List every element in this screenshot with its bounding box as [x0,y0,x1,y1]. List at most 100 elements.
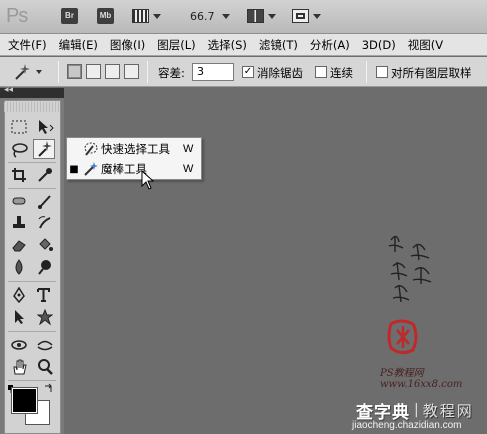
blur-drop-icon [15,259,23,275]
eyedropper-tool[interactable] [34,165,56,185]
zoom-tool[interactable] [34,357,56,377]
move-tool[interactable] [34,117,56,137]
swap-colors-icon[interactable] [44,382,54,392]
menu-edit[interactable]: 编辑(E) [51,37,102,53]
custom-shape-tool[interactable] [34,307,56,327]
chevron-down-icon [153,13,161,19]
crop-tool[interactable] [8,165,30,185]
3d-orbit-tool[interactable] [34,335,56,355]
red-seal-stamp [387,318,419,356]
tool-preset-picker[interactable] [10,61,50,83]
menu-image[interactable]: 图像(I) [102,37,149,53]
history-brush-icon [38,216,51,229]
foreground-color-swatch[interactable] [11,387,38,414]
zoom-level[interactable]: 66.7 [190,10,215,23]
tolerance-input[interactable]: 3 [192,63,234,81]
handwritten-signature [385,230,445,310]
3d-rotate-tool[interactable] [8,335,30,355]
divider [58,61,59,83]
type-tool[interactable] [34,285,56,305]
3d-rotate-icon [11,340,27,350]
flyout-item-quick-selection[interactable]: 快速选择工具 W [67,139,201,159]
eyedropper-icon [38,168,52,182]
flyout-item-magic-wand[interactable]: ■ 魔棒工具 W [67,159,201,179]
options-bar: 容差: 3 ✓ 消除锯齿 连续 对所有图层取样 [0,57,487,87]
menu-view[interactable]: 视图(V [400,37,447,53]
hand-tool[interactable] [8,357,30,377]
menu-analysis[interactable]: 分析(A) [302,37,354,53]
arrange-documents-button[interactable] [247,8,276,24]
menu-filter[interactable]: 滤镜(T) [251,37,302,53]
history-brush-tool[interactable] [34,213,56,233]
watermark-domain: jiaocheng.chazidian.com [352,420,462,431]
magnifier-icon [38,359,53,375]
antialias-checkbox[interactable]: ✓ [242,66,254,78]
brush-tool[interactable] [34,191,56,211]
lasso-tool[interactable] [8,140,30,160]
menu-select[interactable]: 选择(S) [200,37,251,53]
mouse-cursor-icon [141,169,155,193]
divider [8,188,56,189]
toolbox-grip[interactable] [4,102,59,112]
collapse-icon: ◂◂ [4,85,14,95]
magic-wand-icon [15,64,30,80]
divider [366,61,367,83]
pen-tool[interactable] [8,285,30,305]
divider [8,380,56,381]
menu-layer[interactable]: 图层(L) [149,37,199,53]
intersect-selection-button[interactable] [124,64,139,79]
add-to-selection-button[interactable] [86,64,101,79]
dodge-icon [38,260,51,275]
mini-bridge-button[interactable]: Mb [97,8,114,24]
subtract-from-selection-button[interactable] [105,64,120,79]
watermark-url: PS教程网 www.16xx8.com [380,368,463,390]
divider [147,61,148,83]
contiguous-label: 连续 [330,66,353,80]
magic-wand-icon [81,161,101,177]
bandage-icon [12,197,26,205]
path-select-icon [15,310,24,324]
selected-bullet: ■ [69,163,79,175]
watermark-brand: 查字典 [356,402,410,423]
chevron-down-icon[interactable] [222,14,230,19]
arrange-icon [247,9,264,23]
screen-mode-icon [292,9,309,23]
view-extras-button[interactable] [132,8,161,24]
eraser-tool[interactable] [8,235,30,255]
chevron-down-icon [313,13,321,19]
paint-bucket-tool[interactable] [34,235,56,255]
divider [8,162,56,163]
spot-healing-tool[interactable] [8,191,30,211]
blur-tool[interactable] [8,257,30,277]
menu-file[interactable]: 文件(F) [0,37,51,53]
film-strip-icon [132,9,149,23]
marquee-tool[interactable] [8,117,30,137]
panel-collapse-bar[interactable]: ◂◂ [0,85,64,98]
contiguous-checkbox[interactable] [315,66,327,78]
screen-mode-button[interactable] [292,8,321,24]
clone-stamp-tool[interactable] [8,213,30,233]
flyout-item-shortcut: W [183,163,194,175]
dodge-tool[interactable] [34,257,56,277]
watermark-divider: | [414,402,419,418]
marquee-icon [11,120,27,134]
pen-icon [13,287,25,303]
sample-all-layers-label: 对所有图层取样 [391,66,472,80]
sample-all-layers-checkbox[interactable] [376,66,388,78]
menu-3d[interactable]: 3D(D) [354,38,400,52]
stamp-icon [13,216,25,228]
new-selection-button[interactable] [67,64,82,79]
move-icon [39,120,54,134]
path-selection-tool[interactable] [8,307,30,327]
flyout-item-label: 快速选择工具 [101,142,170,156]
watermark-logo: 查字典 | 教程网 [356,398,484,423]
magic-wand-tool[interactable] [33,139,55,159]
hand-icon [13,359,27,375]
lasso-icon [12,143,28,158]
antialias-label: 消除锯齿 [257,66,303,80]
tolerance-label: 容差: [158,66,185,80]
brush-icon [38,195,51,209]
bridge-button[interactable]: Br [61,8,78,24]
crop-icon [12,168,26,182]
flyout-item-shortcut: W [183,143,194,155]
